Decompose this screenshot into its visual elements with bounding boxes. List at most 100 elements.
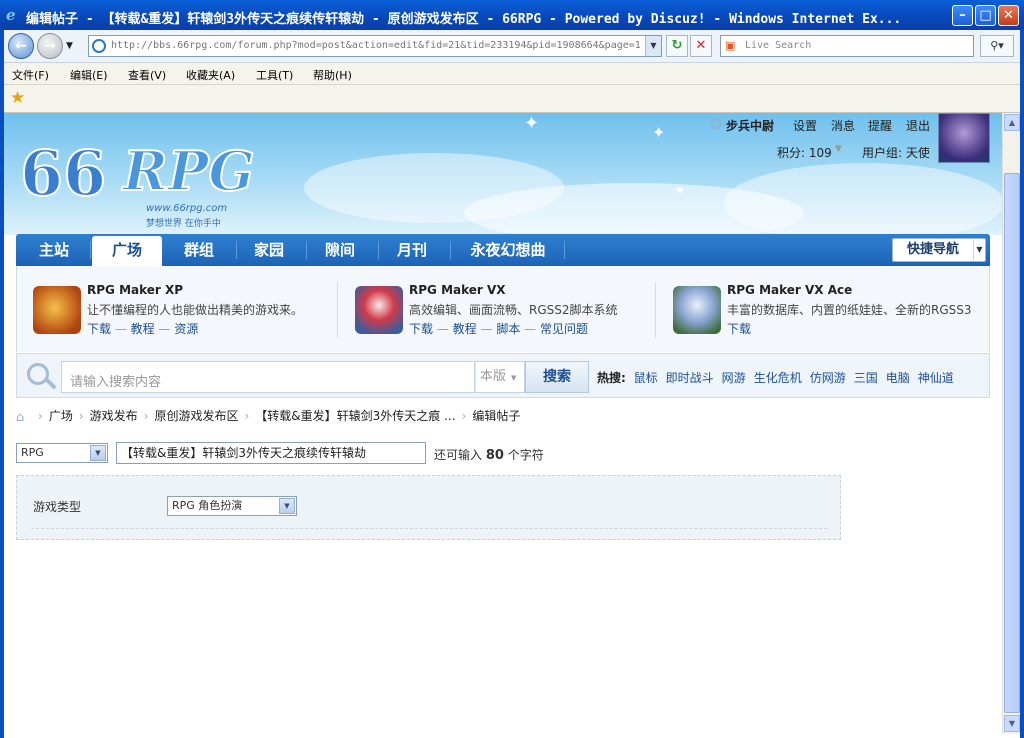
sparkle-icon: ✦ <box>524 113 540 134</box>
nav-item-main[interactable]: 主站 <box>24 234 84 266</box>
username-link[interactable]: 步兵中尉 <box>726 117 774 134</box>
logout-link[interactable]: 退出 <box>906 117 930 134</box>
tutorial-link[interactable]: 教程 <box>131 322 155 336</box>
product-name[interactable]: RPG Maker XP <box>87 283 183 297</box>
search-input[interactable]: 请输入搜索内容 <box>61 361 475 393</box>
rmvx-castle-icon[interactable] <box>355 286 403 334</box>
product-links: 下载 — 教程 — 资源 <box>87 322 199 336</box>
menu-tools[interactable]: 工具(T) <box>256 67 293 83</box>
search-strip: 请输入搜索内容 本版 ▼ 搜索 热搜: 鼠标 即时战斗 网游 生化危机 仿网游 三国 电脑 神仙… <box>16 353 990 398</box>
refresh-icon[interactable]: ↻ <box>666 35 688 57</box>
hot-search-link[interactable]: 三国 <box>854 371 878 385</box>
maximize-button[interactable]: □ <box>975 5 996 26</box>
download-link[interactable]: 下载 <box>727 322 751 336</box>
back-button[interactable]: ← <box>8 33 34 59</box>
search-go-icon[interactable]: ⚲▾ <box>980 35 1014 57</box>
download-link[interactable]: 下载 <box>409 322 433 336</box>
hot-search-link[interactable]: 即时战斗 <box>666 371 714 385</box>
scrollbar-thumb[interactable] <box>1004 173 1020 713</box>
hot-search-link[interactable]: 仿网游 <box>810 371 846 385</box>
nav-item-square[interactable]: 广场 <box>92 236 162 266</box>
product-desc: 丰富的数据库、内置的纸娃娃、全新的RGSS3 <box>727 303 972 317</box>
hot-search-link[interactable]: 鼠标 <box>634 371 658 385</box>
site-logo[interactable]: 66 RPG www.66rpg.com 梦想世界 在你手中 <box>18 121 268 231</box>
menu-help[interactable]: 帮助(H) <box>313 67 352 83</box>
usergroup-link[interactable]: 用户组: 天使 <box>862 144 930 161</box>
favorites-star-icon[interactable]: ★ <box>10 89 25 107</box>
user-icon: ☺ <box>710 117 723 131</box>
product-links: 下载 <box>727 320 751 337</box>
quick-nav-dropdown-icon: ▼ <box>973 239 985 261</box>
resource-link[interactable]: 资源 <box>174 322 198 336</box>
faq-link[interactable]: 常见问题 <box>540 322 588 336</box>
breadcrumb-item[interactable]: 广场 <box>49 409 73 423</box>
window-titlebar: e 编辑帖子 - 【转载&重发】轩辕剑3外传天之痕续传轩辕劫 - 原创游戏发布区… <box>0 0 1024 30</box>
breadcrumb-item[interactable]: 原创游戏发布区 <box>154 409 238 423</box>
tutorial-link[interactable]: 教程 <box>453 322 477 336</box>
address-dropdown-icon[interactable]: ▼ <box>645 36 661 56</box>
hot-searches: 热搜: 鼠标 即时战斗 网游 生化危机 仿网游 三国 电脑 神仙道 <box>597 369 962 386</box>
menu-edit[interactable]: 编辑(E) <box>70 67 108 83</box>
nav-item-fantasia[interactable]: 永夜幻想曲 <box>454 234 562 266</box>
window-title: 编辑帖子 - 【转载&重发】轩辕剑3外传天之痕续传轩辕劫 - 原创游戏发布区 -… <box>26 12 902 27</box>
breadcrumb-item[interactable]: 【转载&重发】轩辕剑3外传天之痕 ... <box>255 409 455 423</box>
nav-item-monthly[interactable]: 月刊 <box>380 234 444 266</box>
char-count-value: 80 <box>485 448 504 463</box>
script-link[interactable]: 脚本 <box>496 322 520 336</box>
search-scope-select[interactable]: 本版 ▼ <box>475 361 525 393</box>
hot-search-link[interactable]: 神仙道 <box>918 371 954 385</box>
minimize-button[interactable]: – <box>952 5 973 26</box>
address-field[interactable]: http://bbs.66rpg.com/forum.php?mod=post&… <box>88 35 662 57</box>
chevron-down-icon: ▼ <box>511 374 517 382</box>
chevron-down-icon: ▼ <box>90 445 106 461</box>
category-value: RPG <box>21 446 44 459</box>
close-button[interactable]: ✕ <box>998 5 1019 26</box>
live-search-placeholder: Live Search <box>745 40 812 51</box>
menu-favorites[interactable]: 收藏夹(A) <box>186 67 235 83</box>
points-link[interactable]: 积分: 109 <box>777 144 832 161</box>
home-icon[interactable]: ⌂ <box>16 410 32 425</box>
rmxp-dragon-icon[interactable] <box>33 286 81 334</box>
quick-nav-label: 快捷导航 <box>907 242 960 257</box>
logo-number: 66 <box>19 136 107 211</box>
nav-item-gap[interactable]: 隙间 <box>308 234 372 266</box>
title-input[interactable]: 【转载&重发】轩辕剑3外传天之痕续传轩辕劫 <box>116 442 426 464</box>
sparkle-icon: ✦ <box>652 123 666 142</box>
page-viewport: ✦ ✦ ✦ 66 RPG www.66rpg.com 梦想世界 在你手中 ☺ 步… <box>4 113 1002 734</box>
product-name[interactable]: RPG Maker VX Ace <box>727 283 852 297</box>
quick-nav-button[interactable]: 快捷导航 ▼ <box>892 238 986 262</box>
history-dropdown-icon[interactable]: ▼ <box>66 41 73 51</box>
hot-search-link[interactable]: 生化危机 <box>754 371 802 385</box>
product-desc: 高效编辑、画面流畅、RGSS2脚本系统 <box>409 303 618 317</box>
vertical-scrollbar[interactable]: ▲ ▼ <box>1002 113 1020 734</box>
nav-item-home[interactable]: 家园 <box>238 234 300 266</box>
stop-icon[interactable]: ✕ <box>690 35 712 57</box>
product-name[interactable]: RPG Maker VX <box>409 283 506 297</box>
game-type-select[interactable]: RPG 角色扮演 ▼ <box>167 496 297 516</box>
menu-file[interactable]: 文件(F) <box>12 67 49 83</box>
live-search-field[interactable]: ▣ Live Search <box>720 35 974 57</box>
scroll-down-icon[interactable]: ▼ <box>1004 715 1020 732</box>
breadcrumb-item[interactable]: 游戏发布 <box>90 409 138 423</box>
download-link[interactable]: 下载 <box>87 322 111 336</box>
nav-item-groups[interactable]: 群组 <box>166 234 232 266</box>
category-select[interactable]: RPG ▼ <box>16 443 108 463</box>
game-type-panel: 游戏类型 RPG 角色扮演 ▼ <box>16 475 841 540</box>
notices-link[interactable]: 提醒 <box>868 117 892 134</box>
points-dropdown-icon[interactable]: ▼ <box>835 144 842 154</box>
url-text: http://bbs.66rpg.com/forum.php?mod=post&… <box>111 40 641 51</box>
hot-search-link[interactable]: 电脑 <box>886 371 910 385</box>
forward-button[interactable]: → <box>37 33 63 59</box>
hot-search-link[interactable]: 网游 <box>722 371 746 385</box>
scroll-up-icon[interactable]: ▲ <box>1004 114 1020 131</box>
avatar[interactable] <box>938 113 990 163</box>
menu-view[interactable]: 查看(V) <box>128 67 166 83</box>
breadcrumb: ⌂ › 广场 › 游戏发布 › 原创游戏发布区 › 【转载&重发】轩辕剑3外传天之痕 ... › 编… <box>16 409 521 425</box>
messages-link[interactable]: 消息 <box>831 117 855 134</box>
search-button[interactable]: 搜索 <box>525 361 589 393</box>
game-type-value: RPG 角色扮演 <box>172 499 243 512</box>
rmvxace-castle-icon[interactable] <box>673 286 721 334</box>
search-placeholder: 请输入搜索内容 <box>70 375 162 390</box>
settings-link[interactable]: 设置 <box>793 117 817 134</box>
product-desc: 让不懂编程的人也能做出精美的游戏来。 <box>87 303 304 317</box>
